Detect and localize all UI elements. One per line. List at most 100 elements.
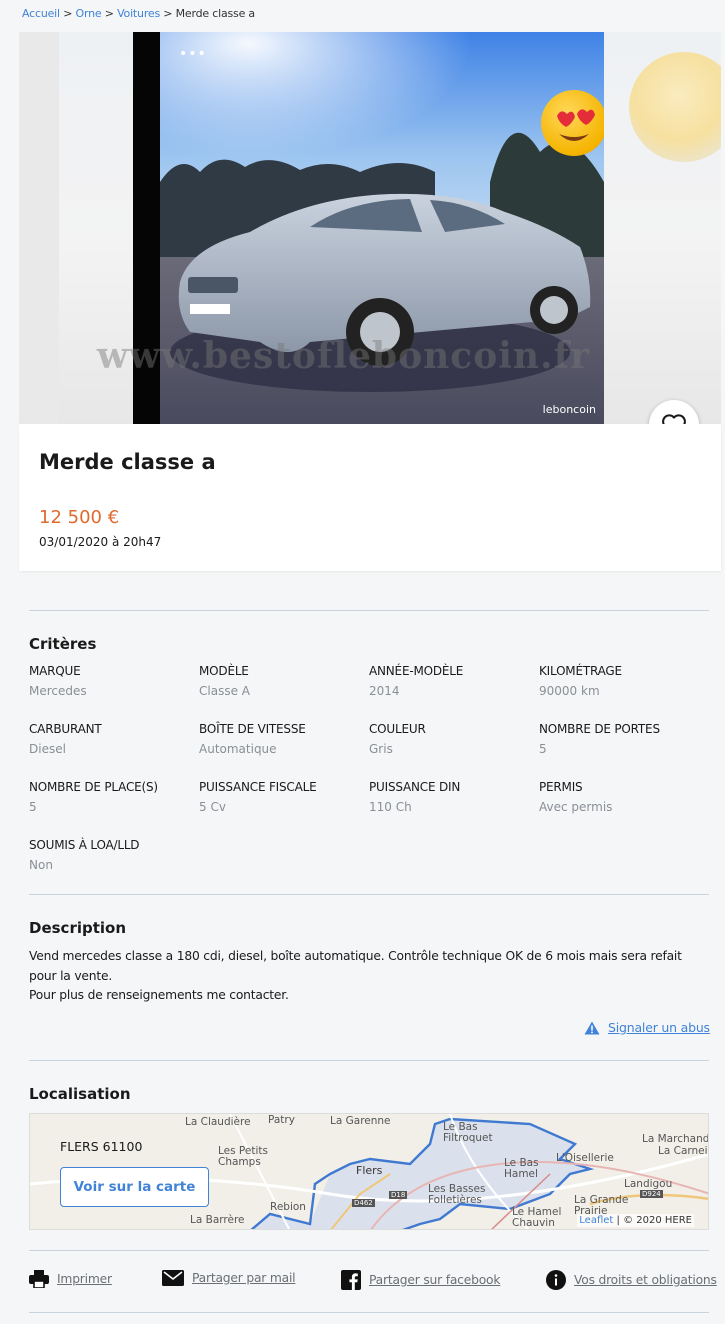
criteria-item: Couleur Gris	[369, 722, 539, 756]
breadcrumb-current: Merde classe a	[175, 7, 256, 20]
map-place-label: Le Hamel Chauvin	[512, 1206, 562, 1229]
watermark-text: www.bestofleboncoin.fr	[97, 335, 591, 377]
map-place-label: La Marchand	[642, 1133, 709, 1145]
rights-obligations-link[interactable]: Vos droits et obligations	[546, 1270, 717, 1290]
ad-title: Merde classe a	[39, 450, 216, 474]
breadcrumb-separator: >	[163, 7, 173, 20]
map-place-label: Le Bas Hamel	[504, 1157, 539, 1180]
map-road-label: D18	[389, 1191, 408, 1199]
map-copyright: | © 2020 HERE	[616, 1215, 692, 1226]
printer-icon	[29, 1270, 49, 1288]
criteria-item: Kilométrage 90000 km	[539, 664, 709, 698]
criteria-item: Boîte de vitesse Automatique	[199, 722, 369, 756]
section-divider	[29, 610, 709, 611]
criteria-value: Non	[29, 858, 53, 872]
criteria-key: Permis	[539, 780, 583, 794]
map-place-label: Flers	[356, 1164, 383, 1177]
criteria-value: Avec permis	[539, 800, 613, 814]
more-dots-icon[interactable]: •••	[179, 46, 207, 62]
criteria-item: Marque Mercedes	[29, 664, 199, 698]
criteria-title: Critères	[29, 635, 97, 653]
breadcrumb: Accueil > Orne > Voitures > Merde classe…	[22, 7, 255, 20]
map-place-label: La Claudière	[185, 1116, 251, 1128]
criteria-value: 90000 km	[539, 684, 600, 698]
criteria-item: Puissance fiscale 5 Cv	[199, 780, 369, 814]
section-divider	[29, 1060, 709, 1061]
criteria-value: Diesel	[29, 742, 66, 756]
photo-gallery[interactable]: ••• leboncoin www.bestofleboncoin.fr	[19, 32, 721, 424]
criteria-key: Boîte de vitesse	[199, 722, 306, 736]
ad-header-card: Merde classe a 12 500 € 03/01/2020 à 20h…	[19, 424, 721, 571]
map-place-label: Les Petits Champs	[218, 1145, 268, 1168]
criteria-value: 2014	[369, 684, 400, 698]
report-abuse-link[interactable]: Signaler un abus	[584, 1020, 710, 1035]
location-map[interactable]: Patry La Garenne Le Bas Filtroquet La Cl…	[29, 1113, 709, 1230]
gallery-blurred-left	[19, 32, 59, 424]
section-divider	[29, 1250, 709, 1251]
criteria-key: Puissance DIN	[369, 780, 461, 794]
view-map-button[interactable]: Voir sur la carte	[60, 1167, 209, 1207]
section-divider	[29, 1312, 709, 1313]
criteria-value: Classe A	[199, 684, 250, 698]
ad-date: 03/01/2020 à 20h47	[39, 535, 162, 549]
criteria-item: Nombre de portes 5	[539, 722, 709, 756]
map-road-label: D924	[640, 1190, 663, 1198]
breadcrumb-region[interactable]: Orne	[76, 7, 102, 20]
breadcrumb-category[interactable]: Voitures	[117, 7, 160, 20]
breadcrumb-separator: >	[104, 7, 114, 20]
map-place-label: Rebion	[270, 1201, 306, 1213]
map-place-label: Landigou	[624, 1178, 673, 1190]
criteria-key: Soumis à LOA/LLD	[29, 838, 140, 852]
criteria-key: Couleur	[369, 722, 426, 736]
share-bar: Imprimer Partager par mail Partager sur …	[29, 1270, 717, 1294]
criteria-key: Marque	[29, 664, 81, 678]
criteria-value: 5	[539, 742, 547, 756]
map-place-label: La Carneil	[658, 1145, 709, 1157]
criteria-item: Puissance DIN 110 Ch	[369, 780, 539, 814]
criteria-value: 5 Cv	[199, 800, 226, 814]
info-icon	[546, 1270, 566, 1290]
criteria-key: Nombre de portes	[539, 722, 660, 736]
description-text: Vend mercedes classe a 180 cdi, diesel, …	[29, 947, 709, 1006]
rights-obligations-label: Vos droits et obligations	[574, 1273, 717, 1287]
report-abuse-label: Signaler un abus	[608, 1020, 710, 1035]
map-place-label: L'Oisellerie	[556, 1152, 614, 1164]
print-button[interactable]: Imprimer	[29, 1270, 112, 1288]
ad-price: 12 500 €	[39, 507, 120, 528]
share-mail-label: Partager par mail	[192, 1271, 296, 1285]
criteria-value: 5	[29, 800, 37, 814]
criteria-item: Carburant Diesel	[29, 722, 199, 756]
description-title: Description	[29, 919, 127, 937]
map-attribution: Leaflet | © 2020 HERE	[577, 1214, 694, 1227]
criteria-key: Puissance fiscale	[199, 780, 317, 794]
print-label: Imprimer	[57, 1272, 112, 1286]
heart-eyes-emoji-icon	[541, 90, 604, 156]
criteria-value: Mercedes	[29, 684, 87, 698]
criteria-key: Kilométrage	[539, 664, 622, 678]
breadcrumb-separator: >	[63, 7, 73, 20]
share-facebook-button[interactable]: Partager sur facebook	[341, 1270, 500, 1290]
description-line: Pour plus de renseignements me contacter…	[29, 988, 289, 1002]
map-place-label: Les Basses Folletières	[428, 1183, 486, 1206]
criteria-key: Nombre de place(s)	[29, 780, 158, 794]
map-place-label: Le Bas Filtroquet	[443, 1121, 493, 1144]
breadcrumb-home[interactable]: Accueil	[22, 7, 60, 20]
location-title: Localisation	[29, 1085, 131, 1103]
criteria-key: Année-modèle	[369, 664, 464, 678]
criteria-value: 110 Ch	[369, 800, 412, 814]
share-mail-button[interactable]: Partager par mail	[162, 1270, 296, 1286]
criteria-item: Année-modèle 2014	[369, 664, 539, 698]
leaflet-link[interactable]: Leaflet	[579, 1215, 613, 1226]
map-place-label: Patry	[268, 1114, 295, 1126]
warning-icon	[584, 1021, 600, 1034]
map-place-label: La Garenne	[330, 1115, 391, 1127]
location-city: FLERS 61100	[60, 1139, 143, 1154]
criteria-key: Carburant	[29, 722, 102, 736]
map-road-label: D462	[352, 1199, 375, 1207]
criteria-value: Automatique	[199, 742, 277, 756]
leboncoin-brand-overlay: leboncoin	[542, 403, 596, 416]
description-line: Vend mercedes classe a 180 cdi, diesel, …	[29, 949, 682, 983]
map-place-label: La Barrère	[190, 1214, 245, 1226]
criteria-item: Modèle Classe A	[199, 664, 369, 698]
section-divider	[29, 894, 709, 895]
